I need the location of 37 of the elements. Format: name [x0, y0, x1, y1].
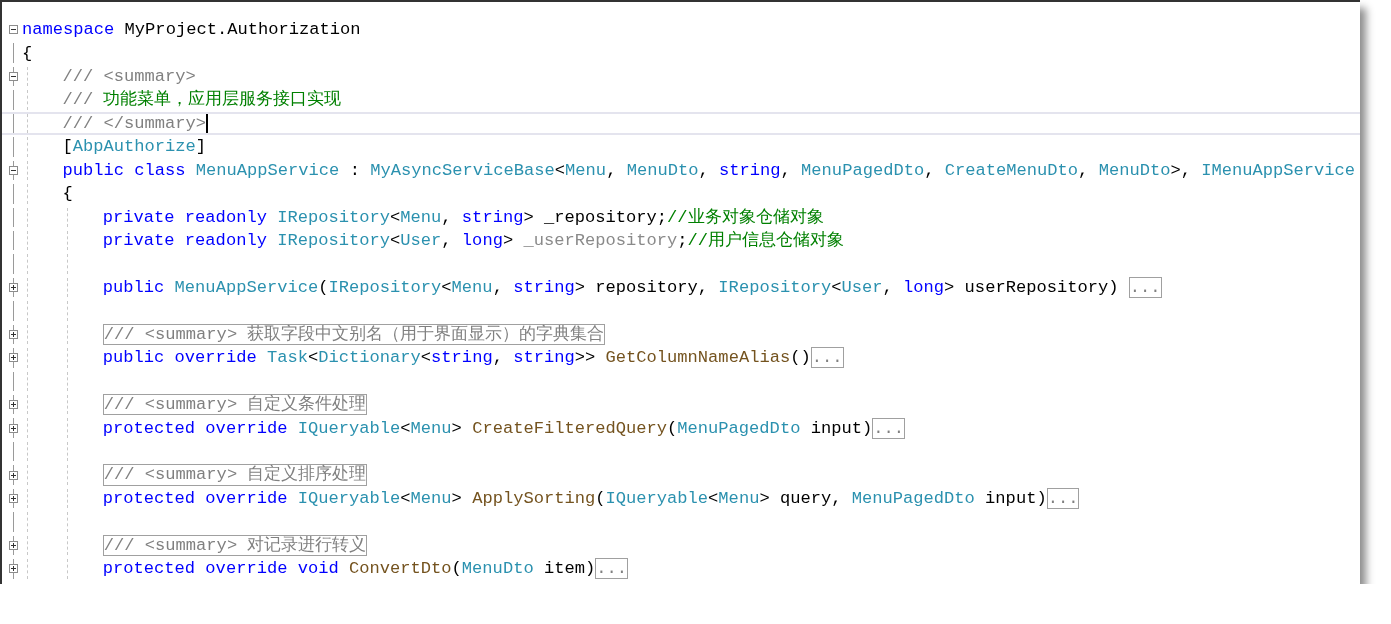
- code-text: /// </summary>: [62, 114, 206, 132]
- expand-icon[interactable]: [8, 400, 18, 410]
- collapse-icon[interactable]: [8, 25, 18, 35]
- expand-icon[interactable]: [8, 283, 18, 293]
- code-text: {: [62, 185, 73, 203]
- collapsed-code-indicator[interactable]: ...: [872, 417, 905, 439]
- expand-icon[interactable]: [8, 353, 18, 363]
- expand-icon[interactable]: [8, 329, 18, 339]
- collapsed-code-indicator[interactable]: /// <summary> 自定义排序处理: [102, 464, 368, 486]
- expand-icon[interactable]: [8, 540, 18, 550]
- collapsed-code-indicator[interactable]: ...: [595, 558, 628, 580]
- collapsed-code-indicator[interactable]: /// <summary> 对记录进行转义: [102, 534, 368, 556]
- code-text: {: [22, 44, 33, 62]
- collapsed-code-indicator[interactable]: /// <summary> 自定义条件处理: [102, 394, 368, 416]
- code-text: private readonly IRepository<User, long> _userRepository;//用户信息仓储对象: [102, 232, 845, 250]
- text-caret: [206, 113, 208, 133]
- code-text: [AbpAuthorize]: [62, 138, 207, 156]
- expand-icon[interactable]: [8, 564, 18, 574]
- expand-icon[interactable]: [8, 493, 18, 503]
- collapsed-code-indicator[interactable]: ...: [1046, 487, 1080, 509]
- code-text: protected override void ConvertDto(MenuDto item): [102, 560, 596, 578]
- collapsed-code-indicator[interactable]: ...: [810, 347, 844, 369]
- code-text: /// <summary>: [62, 68, 196, 86]
- code-text: namespace MyProject.Authorization: [22, 21, 361, 39]
- code-text: public class MenuAppService : MyAsyncServiceBase<Menu, MenuDto, string, MenuPagedDto, CreateMenuDto, MenuDto>, IMenuAppService: [62, 161, 1356, 179]
- collapse-icon[interactable]: [8, 165, 18, 175]
- code-text: public MenuAppService(IRepository<Menu, string> repository, IRepository<User, long> userRepository): [102, 279, 1120, 297]
- code-text: /// 功能菜单，应用层服务接口实现: [62, 91, 342, 109]
- collapsed-code-indicator[interactable]: /// <summary> 获取字段中文别名（用于界面显示）的字典集合: [102, 323, 606, 345]
- code-text: public override Task<Dictionary<string, string>> GetColumnNameAlias(): [102, 349, 811, 367]
- code-text: private readonly IRepository<Menu, string> _repository;//业务对象仓储对象: [102, 208, 824, 226]
- code-text: protected override IQueryable<Menu> ApplySorting(IQueryable<Menu> query, MenuPagedDto input): [102, 489, 1047, 507]
- expand-icon[interactable]: [8, 470, 18, 480]
- code-text: protected override IQueryable<Menu> CreateFilteredQuery(MenuPagedDto input): [102, 419, 873, 437]
- collapsed-code-indicator[interactable]: ...: [1128, 277, 1162, 299]
- collapse-icon[interactable]: [8, 72, 18, 82]
- expand-icon[interactable]: [8, 423, 18, 433]
